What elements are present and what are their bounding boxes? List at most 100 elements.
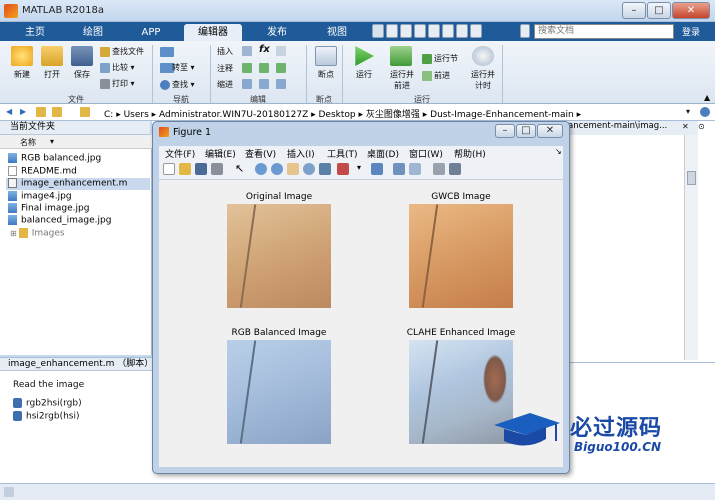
save-label[interactable]: 保存 [64, 69, 100, 80]
list-item[interactable]: image4.jpg [8, 191, 72, 203]
run-advance-icon[interactable] [390, 46, 412, 66]
print-button[interactable]: 打印 ▾ [100, 78, 135, 89]
compare-button[interactable]: 比较 ▾ [100, 62, 135, 73]
browse-folder-icon[interactable] [52, 107, 62, 117]
tab-editor[interactable]: 编辑器 [184, 24, 242, 41]
list-item[interactable]: README.md [8, 166, 77, 178]
comment-button[interactable]: 注释 [217, 63, 233, 74]
find-button[interactable]: 查找 ▾ [160, 79, 195, 90]
quick-paste-icon[interactable] [414, 24, 426, 38]
insert-button[interactable]: 插入 [217, 46, 233, 57]
tab-view[interactable]: 视图 [308, 24, 366, 41]
menu-help[interactable]: 帮助(H) [454, 147, 486, 160]
login-link[interactable]: 登录 [682, 25, 700, 38]
list-item[interactable]: ⊞ Images [10, 228, 65, 240]
list-item[interactable]: RGB balanced.jpg [8, 153, 101, 165]
insert-section-icon[interactable] [242, 46, 252, 56]
menu-file[interactable]: 文件(F) [165, 147, 195, 160]
maximize-button[interactable]: □ [647, 2, 671, 19]
editor-tab-path[interactable]: ancement-main\imag... [568, 121, 698, 135]
menu-desktop[interactable]: 桌面(D) [367, 147, 399, 160]
run-section-button[interactable]: 运行节 [422, 53, 458, 64]
breadcrumb-segment[interactable]: Desktop [319, 110, 356, 120]
breadcrumb-segment[interactable]: C: [104, 110, 113, 120]
hide-plot-tools-icon[interactable] [433, 163, 445, 175]
comment-percent-icon[interactable] [242, 63, 252, 73]
colorbar-icon[interactable] [393, 163, 405, 175]
show-plot-tools-icon[interactable] [449, 163, 461, 175]
quick-switch-icon[interactable] [456, 24, 468, 38]
tab-publish[interactable]: 发布 [248, 24, 306, 41]
scrollbar-thumb[interactable] [687, 171, 696, 185]
name-column-header[interactable]: 名称 ▾ [0, 135, 152, 149]
data-cursor-icon[interactable] [319, 163, 331, 175]
pointer-icon[interactable]: ↖ [235, 163, 247, 175]
save-icon[interactable] [71, 46, 93, 66]
breakpoints-icon[interactable] [315, 46, 337, 66]
back-arrow-icon[interactable] [160, 47, 174, 57]
breadcrumb-segment[interactable]: Administrator.WIN7U-20180127Z [159, 110, 308, 120]
menu-insert[interactable]: 插入(I) [287, 147, 315, 160]
rotate-icon[interactable] [303, 163, 315, 175]
quick-redo-icon[interactable] [442, 24, 454, 38]
find-files-button[interactable]: 查找文件 [100, 46, 144, 57]
run-time-label[interactable]: 运行并 计时 [463, 69, 503, 91]
menu-edit[interactable]: 编辑(E) [205, 147, 236, 160]
zoom-out-icon[interactable] [271, 163, 283, 175]
advance-button[interactable]: 前进 [422, 70, 450, 81]
open-folder-icon[interactable] [41, 46, 63, 66]
breadcrumb-segment[interactable]: 灰尘图像增强 [366, 110, 420, 120]
breadcrumb[interactable]: C: ▸ Users ▸ Administrator.WIN7U-2018012… [104, 107, 581, 120]
zoom-in-icon[interactable] [255, 163, 267, 175]
wrap-comments-icon[interactable] [276, 63, 286, 73]
back-nav-icon[interactable]: ◀ [6, 107, 12, 116]
brush-dropdown-icon[interactable]: ▾ [357, 163, 369, 175]
increase-indent-icon[interactable] [259, 79, 269, 89]
figure-close-button[interactable]: ✕ [537, 124, 563, 138]
run-time-icon[interactable] [472, 46, 494, 66]
quick-undo-icon[interactable] [428, 24, 440, 38]
pan-icon[interactable] [287, 163, 299, 175]
fx-button[interactable]: fx [259, 44, 270, 55]
figure-minimize-button[interactable]: – [495, 124, 515, 138]
breadcrumb-segment[interactable]: Users [124, 110, 149, 120]
figure-maximize-button[interactable]: □ [516, 124, 536, 138]
menu-dock-icon[interactable]: ↘ [555, 147, 562, 156]
tab-plots[interactable]: 绘图 [64, 24, 122, 41]
list-item[interactable]: balanced_image.jpg [8, 215, 111, 227]
collapse-toolstrip-icon[interactable]: ▲ [704, 93, 710, 102]
address-dropdown-icon[interactable]: ▾ [686, 107, 690, 116]
menu-view[interactable]: 查看(V) [245, 147, 276, 160]
quick-help-icon[interactable] [470, 24, 482, 38]
up-folder-icon[interactable] [36, 107, 46, 117]
decrease-indent-icon[interactable] [276, 79, 286, 89]
breadcrumb-segment[interactable]: Dust-Image-Enhancement-main [430, 110, 574, 120]
run-advance-label[interactable]: 运行并 前进 [382, 69, 422, 91]
menu-window[interactable]: 窗口(W) [409, 147, 443, 160]
list-item-selected[interactable]: image_enhancement.m [6, 178, 150, 190]
run-label[interactable]: 运行 [346, 69, 382, 80]
breakpoints-label[interactable]: 断点 [308, 69, 344, 80]
open-file-icon[interactable] [179, 163, 191, 175]
sort-icon[interactable]: ▾ [50, 137, 54, 146]
menu-tools[interactable]: 工具(T) [327, 147, 358, 160]
quick-copy-icon[interactable] [400, 24, 412, 38]
editor-close-icon[interactable]: ✕ [682, 122, 689, 131]
quick-save-icon[interactable] [372, 24, 384, 38]
print-figure-icon[interactable] [211, 163, 223, 175]
goto-button[interactable]: 转至 ▾ [160, 62, 195, 73]
editor-actions-icon[interactable]: ⊙ [698, 122, 705, 131]
link-plot-icon[interactable] [371, 163, 383, 175]
close-button[interactable]: ✕ [672, 2, 710, 19]
save-figure-icon[interactable] [195, 163, 207, 175]
quick-access-dropdown-icon[interactable] [520, 24, 530, 38]
new-icon[interactable] [11, 46, 33, 66]
indent-button[interactable]: 缩进 [217, 79, 233, 90]
list-item[interactable]: Final image.jpg [8, 203, 89, 215]
search-input[interactable]: 搜索文档 [534, 24, 674, 39]
uncomment-icon[interactable] [259, 63, 269, 73]
editor-scrollbar[interactable] [684, 135, 698, 360]
minimize-button[interactable]: – [622, 2, 646, 19]
tab-apps[interactable]: APP [122, 24, 180, 41]
function-item[interactable]: rgb2hsi(rgb) [13, 398, 82, 409]
